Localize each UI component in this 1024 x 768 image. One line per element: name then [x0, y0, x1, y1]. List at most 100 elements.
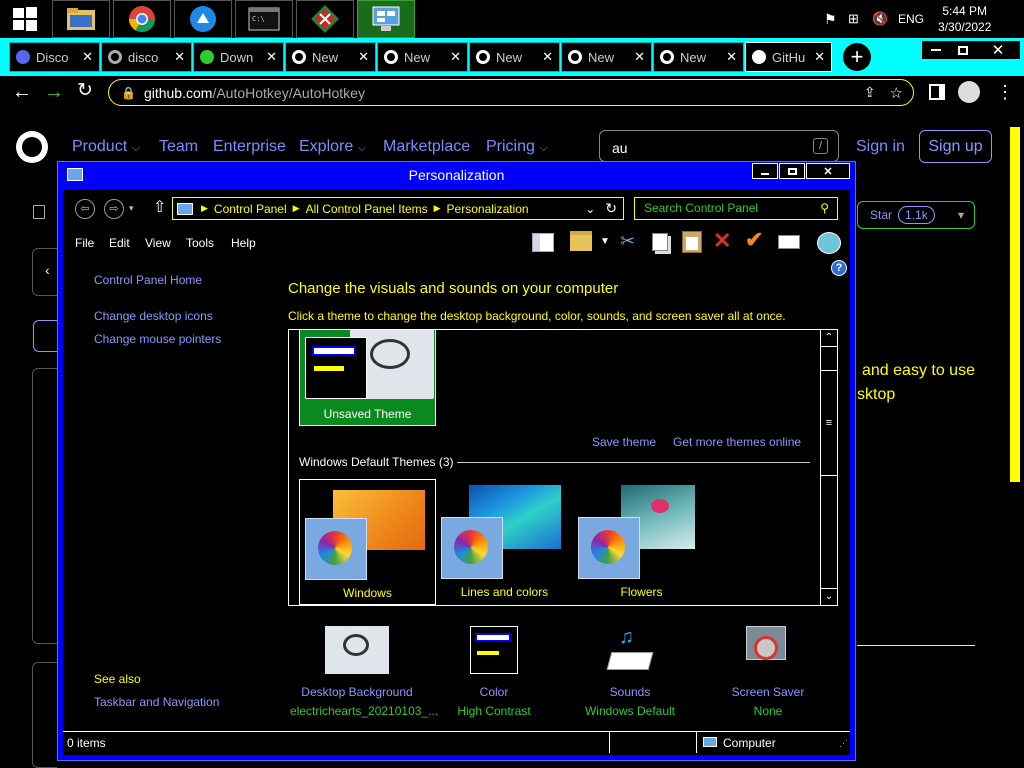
breadcrumb-bar[interactable]: ▶ Control Panel ▶ All Control Panel Item…: [172, 197, 624, 220]
window-maximize-button[interactable]: [779, 163, 805, 179]
browser-tab[interactable]: New ✕: [653, 42, 744, 72]
breadcrumb-control-panel[interactable]: Control Panel: [214, 202, 287, 216]
theme-flowers[interactable]: Flowers: [573, 479, 710, 605]
nav-enterprise[interactable]: Enterprise: [213, 138, 286, 156]
nav-up-button[interactable]: ⇧: [153, 199, 166, 217]
bookmark-star-icon[interactable]: ☆: [890, 84, 903, 102]
link-control-panel-home[interactable]: Control Panel Home: [94, 273, 202, 287]
tab-close-icon[interactable]: ✕: [630, 49, 645, 65]
taskbar-chrome[interactable]: [113, 0, 171, 38]
forward-button[interactable]: →: [44, 82, 64, 102]
breadcrumb-all-items[interactable]: All Control Panel Items: [306, 202, 428, 216]
omnibox[interactable]: 🔒 github.com /AutoHotkey/AutoHotkey ⇪ ☆: [108, 79, 914, 106]
github-logo-icon[interactable]: [16, 131, 48, 163]
close-button[interactable]: ✕: [976, 41, 1020, 59]
tab-close-icon[interactable]: ✕: [722, 49, 737, 65]
star-dropdown-icon[interactable]: ▾: [958, 208, 964, 222]
breadcrumb-personalization[interactable]: Personalization: [447, 202, 529, 216]
github-scrollbar-thumb[interactable]: [1010, 127, 1020, 482]
taskbar-app-blue[interactable]: [174, 0, 232, 38]
taskbar-terminal[interactable]: C:\: [235, 0, 293, 38]
cut-icon[interactable]: ✂: [620, 231, 635, 252]
window-close-button[interactable]: ✕: [806, 163, 850, 179]
help-icon[interactable]: ?: [831, 260, 847, 276]
menu-tools[interactable]: Tools: [186, 236, 214, 250]
nav-history-dropdown[interactable]: ▾: [129, 203, 134, 214]
menu-edit[interactable]: Edit: [109, 236, 130, 250]
properties-icon[interactable]: [778, 235, 800, 249]
share-icon[interactable]: ⇪: [864, 84, 876, 101]
volume-muted-icon[interactable]: 🔇: [872, 11, 890, 27]
reload-button[interactable]: ↻: [77, 81, 93, 101]
browser-tab[interactable]: New ✕: [469, 42, 560, 72]
link-change-mouse-pointers[interactable]: Change mouse pointers: [94, 332, 221, 346]
color-item[interactable]: Color High Contrast: [444, 623, 544, 718]
nav-explore[interactable]: Explore ⌵: [299, 138, 366, 156]
tab-close-icon[interactable]: ✕: [262, 49, 277, 65]
taskbar-file-explorer[interactable]: [52, 0, 110, 38]
theme-windows[interactable]: Windows: [299, 479, 436, 605]
window-minimize-button[interactable]: [752, 163, 778, 179]
theme-lines-and-colors[interactable]: Lines and colors: [436, 479, 573, 605]
browser-tab[interactable]: disco ✕: [101, 42, 192, 72]
github-search-input[interactable]: au /: [599, 130, 839, 162]
sign-in-link[interactable]: Sign in: [856, 138, 905, 156]
paste-icon[interactable]: [682, 231, 702, 253]
link-taskbar-navigation[interactable]: Taskbar and Navigation: [94, 695, 219, 709]
link-change-desktop-icons[interactable]: Change desktop icons: [94, 309, 213, 323]
reading-mode-icon[interactable]: [929, 84, 945, 100]
globe-view-icon[interactable]: [817, 232, 841, 254]
new-tab-button[interactable]: +: [843, 43, 871, 71]
tab-close-icon[interactable]: ✕: [170, 49, 185, 65]
screen-saver-item[interactable]: Screen Saver None: [718, 623, 818, 718]
nav-forward-button[interactable]: ⇨: [104, 199, 124, 219]
restore-button[interactable]: [949, 41, 977, 59]
refresh-icon[interactable]: ↻: [605, 200, 617, 217]
delete-icon[interactable]: ✕: [713, 228, 731, 254]
theme-unsaved[interactable]: Unsaved Theme: [299, 330, 436, 426]
back-button[interactable]: ←: [12, 82, 32, 102]
browser-tab[interactable]: New ✕: [561, 42, 652, 72]
scroll-down-arrow[interactable]: ⌄: [821, 588, 837, 605]
nav-pricing[interactable]: Pricing ⌵: [486, 138, 548, 156]
menu-help[interactable]: Help: [231, 236, 256, 250]
tab-close-icon[interactable]: ✕: [78, 49, 93, 65]
tab-close-icon[interactable]: ✕: [538, 49, 553, 65]
breadcrumb-dropdown-icon[interactable]: ⌄: [585, 202, 595, 216]
theme-list[interactable]: Unsaved Theme Save theme Get more themes…: [288, 329, 838, 606]
nav-product[interactable]: Product ⌵: [72, 138, 140, 156]
github-side-button[interactable]: [33, 320, 57, 352]
checkmark-icon[interactable]: ✔: [745, 227, 763, 253]
browser-tab[interactable]: Down ✕: [193, 42, 284, 72]
clock[interactable]: 5:44 PM 3/30/2022: [938, 3, 991, 35]
start-button[interactable]: [0, 0, 50, 38]
scroll-thumb[interactable]: ≡: [821, 370, 837, 476]
copy-icon[interactable]: [652, 233, 668, 251]
theme-list-scrollbar[interactable]: ⌃ ≡ ⌄: [820, 330, 837, 605]
nav-team[interactable]: Team: [159, 138, 198, 156]
layout-pane-icon[interactable]: [532, 233, 554, 252]
profile-avatar[interactable]: [958, 81, 980, 103]
network-icon[interactable]: ⊞: [848, 11, 866, 27]
nav-back-button[interactable]: ⇦: [75, 199, 95, 219]
save-theme-link[interactable]: Save theme: [592, 435, 656, 449]
minimize-button[interactable]: [922, 41, 950, 59]
resize-grip-icon[interactable]: ⋰: [839, 738, 848, 749]
browser-tab[interactable]: Disco ✕: [9, 42, 100, 72]
organize-folder-icon[interactable]: [570, 231, 592, 251]
browser-tab[interactable]: New ✕: [285, 42, 376, 72]
menu-view[interactable]: View: [145, 236, 171, 250]
scroll-up-arrow[interactable]: ⌃: [821, 330, 837, 347]
organize-dropdown-icon[interactable]: ▼: [600, 236, 610, 247]
star-button[interactable]: Star 1.1k ▾: [857, 201, 975, 229]
flag-icon[interactable]: ⚑: [824, 11, 842, 28]
tab-close-icon[interactable]: ✕: [446, 49, 461, 65]
search-icon[interactable]: ⚲: [820, 198, 829, 219]
taskbar-app-diamond[interactable]: [296, 0, 354, 38]
get-more-themes-link[interactable]: Get more themes online: [673, 435, 801, 449]
sign-up-button[interactable]: Sign up: [919, 130, 992, 163]
taskbar-control-panel[interactable]: [357, 0, 415, 38]
language-indicator[interactable]: ENG: [898, 12, 924, 26]
tab-close-icon[interactable]: ✕: [354, 49, 369, 65]
desktop-background-item[interactable]: Desktop Background electrichearts_202101…: [290, 623, 438, 718]
